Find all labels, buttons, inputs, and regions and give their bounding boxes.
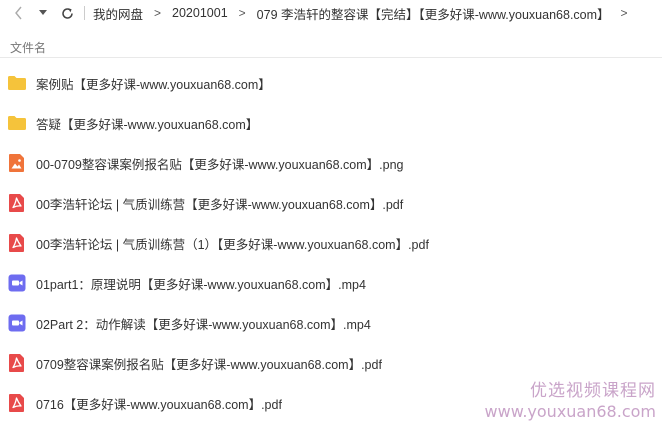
image-file-icon	[7, 153, 27, 173]
video-file-icon	[7, 273, 27, 293]
file-name[interactable]: 01part1：原理说明【更多好课-www.youxuan68.com】.mp4	[36, 274, 366, 293]
file-row[interactable]: 02Part 2：动作解读【更多好课-www.youxuan68.com】.mp…	[0, 303, 662, 343]
column-header-filename[interactable]: 文件名	[10, 39, 46, 56]
pdf-file-icon	[7, 193, 27, 213]
toolbar: 我的网盘 > 20201001 > 079 李浩轩的整容课【完结】【更多好课-w…	[0, 0, 662, 26]
breadcrumb-item-root[interactable]: 我的网盘	[93, 4, 143, 23]
file-row[interactable]: 00李浩轩论坛 | 气质训练营【更多好课-www.youxuan68.com】.…	[0, 183, 662, 223]
breadcrumb-item-date-folder[interactable]: 20201001	[172, 6, 228, 20]
pdf-file-icon	[7, 233, 27, 253]
file-name[interactable]: 02Part 2：动作解读【更多好课-www.youxuan68.com】.mp…	[36, 314, 371, 333]
breadcrumb-separator: >	[154, 6, 162, 20]
folder-row[interactable]: 答疑【更多好课-www.youxuan68.com】	[0, 103, 662, 143]
file-row[interactable]: 00-0709整容课案例报名贴【更多好课-www.youxuan68.com】.…	[0, 143, 662, 183]
file-name[interactable]: 0716【更多好课-www.youxuan68.com】.pdf	[36, 394, 282, 413]
pdf-file-icon	[7, 353, 27, 373]
breadcrumb: 我的网盘 > 20201001 > 079 李浩轩的整容课【完结】【更多好课-w…	[93, 4, 639, 23]
refresh-icon[interactable]	[56, 2, 78, 24]
folder-row[interactable]: 案例贴【更多好课-www.youxuan68.com】	[0, 63, 662, 103]
caret-down-icon[interactable]	[36, 2, 50, 24]
chevron-left-icon[interactable]	[8, 2, 30, 24]
file-name[interactable]: 案例贴【更多好课-www.youxuan68.com】	[36, 74, 271, 93]
breadcrumb-item-current[interactable]: 079 李浩轩的整容课【完结】【更多好课-www.youxuan68.com】	[257, 4, 610, 23]
file-name[interactable]: 答疑【更多好课-www.youxuan68.com】	[36, 114, 258, 133]
file-name[interactable]: 00-0709整容课案例报名贴【更多好课-www.youxuan68.com】.…	[36, 154, 403, 173]
file-name[interactable]: 0709整容课案例报名贴【更多好课-www.youxuan68.com】.pdf	[36, 354, 382, 373]
breadcrumb-separator: >	[238, 6, 246, 20]
file-row[interactable]: 00李浩轩论坛 | 气质训练营（1）【更多好课-www.youxuan68.co…	[0, 223, 662, 263]
breadcrumb-separator: >	[620, 6, 628, 20]
toolbar-divider	[84, 6, 85, 20]
file-name[interactable]: 00李浩轩论坛 | 气质训练营【更多好课-www.youxuan68.com】.…	[36, 194, 403, 213]
video-file-icon	[7, 313, 27, 333]
list-column-header: 文件名	[0, 36, 662, 58]
file-list: 案例贴【更多好课-www.youxuan68.com】 答疑【更多好课-www.y…	[0, 63, 662, 423]
file-row[interactable]: 0716【更多好课-www.youxuan68.com】.pdf	[0, 383, 662, 423]
file-row[interactable]: 0709整容课案例报名贴【更多好课-www.youxuan68.com】.pdf	[0, 343, 662, 383]
folder-icon	[7, 113, 27, 133]
file-name[interactable]: 00李浩轩论坛 | 气质训练营（1）【更多好课-www.youxuan68.co…	[36, 234, 429, 253]
pdf-file-icon	[7, 393, 27, 413]
file-row[interactable]: 01part1：原理说明【更多好课-www.youxuan68.com】.mp4	[0, 263, 662, 303]
folder-icon	[7, 73, 27, 93]
